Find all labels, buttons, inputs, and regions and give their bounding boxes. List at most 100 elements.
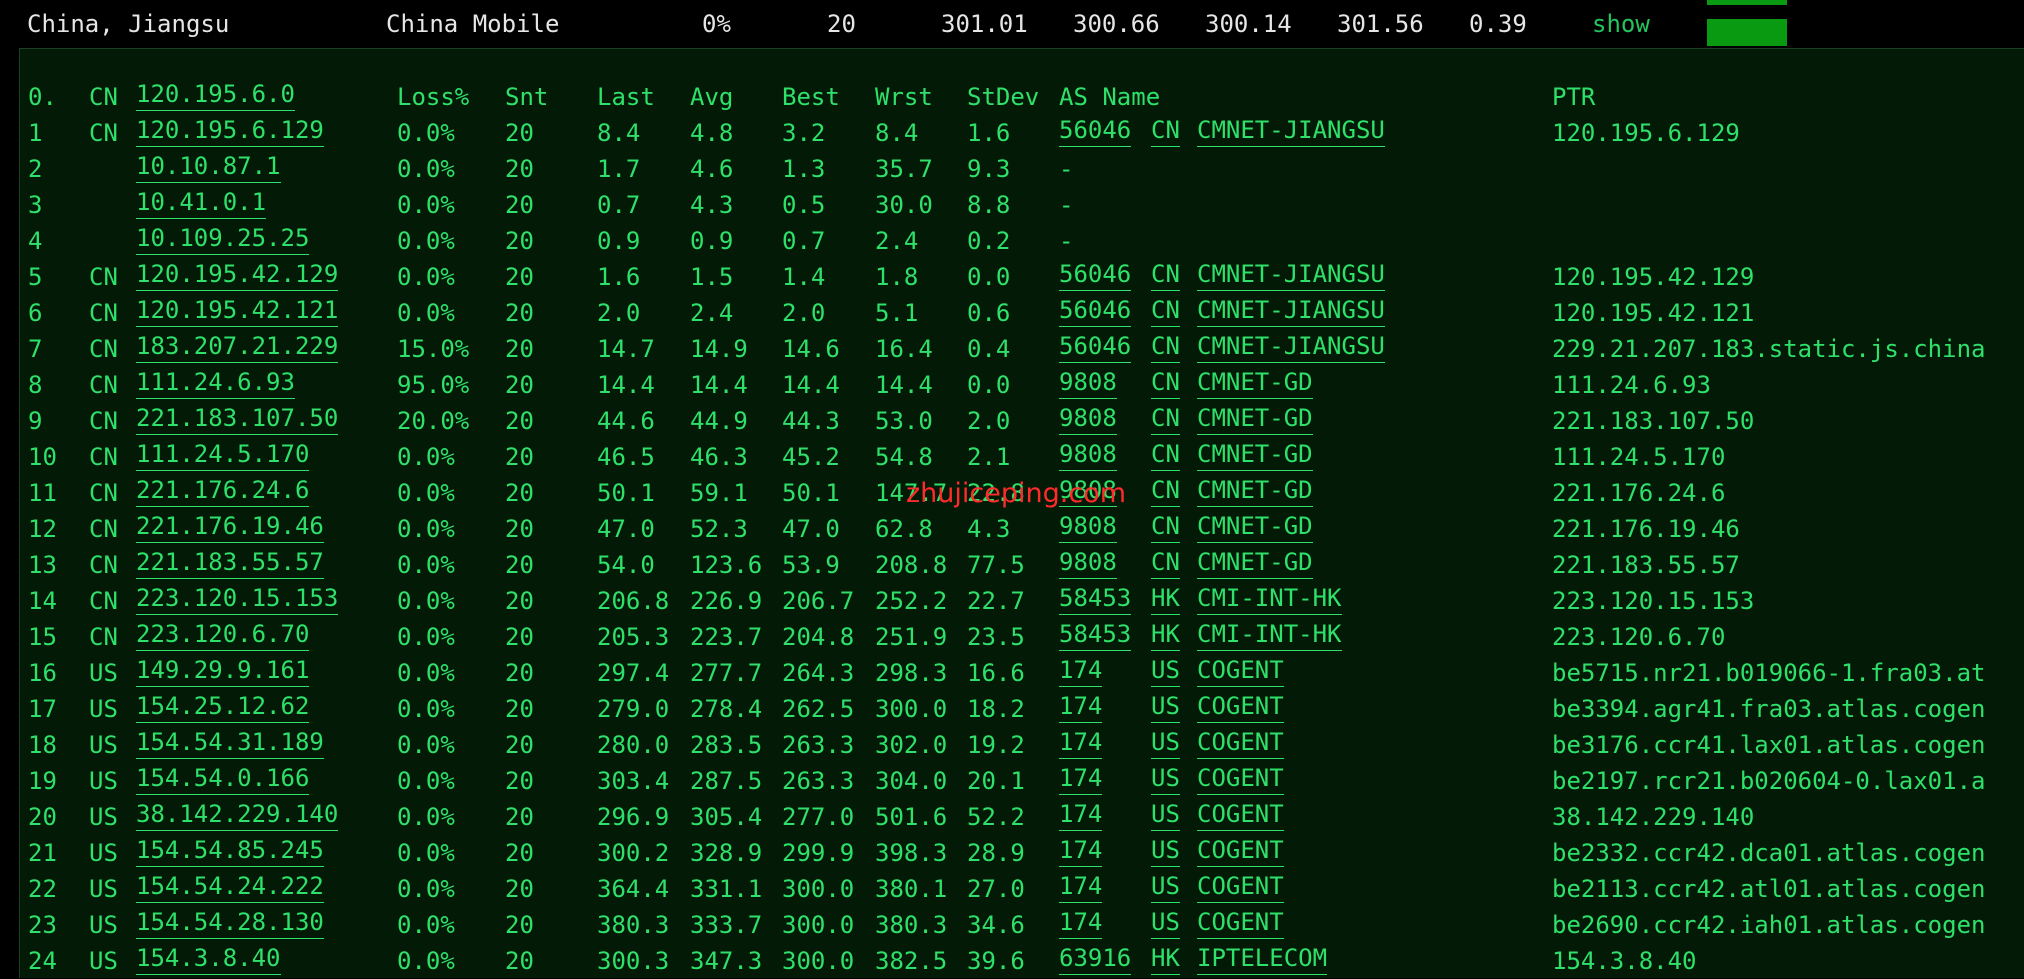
as-country[interactable]: CN (1151, 547, 1180, 579)
as-org[interactable]: CMNET-GD (1197, 367, 1313, 399)
loss-pct: 0.0% (397, 119, 455, 147)
as-org[interactable]: COGENT (1197, 727, 1284, 759)
host-ip[interactable]: 221.183.107.50 (136, 403, 339, 435)
host-ip[interactable]: 154.25.12.62 (136, 691, 310, 723)
host-ip[interactable]: 111.24.6.93 (136, 367, 295, 399)
as-number[interactable]: 174 (1059, 655, 1103, 687)
as-org[interactable]: IPTELECOM (1197, 943, 1328, 975)
as-country[interactable]: CN (1151, 367, 1180, 399)
as-number[interactable]: 58453 (1059, 583, 1132, 615)
host-ip[interactable]: 154.54.28.130 (136, 907, 324, 939)
host-ip[interactable]: 154.3.8.40 (136, 943, 281, 975)
country-code: CN (89, 551, 118, 579)
as-org[interactable]: CMI-INT-HK (1197, 583, 1342, 615)
as-number[interactable]: 174 (1059, 691, 1103, 723)
as-number[interactable]: 56046 (1059, 295, 1132, 327)
host-ip[interactable]: 154.54.0.166 (136, 763, 310, 795)
as-country[interactable]: CN (1151, 295, 1180, 327)
host-ip[interactable]: 111.24.5.170 (136, 439, 310, 471)
table-row: 16 US 149.29.9.161 0.0% 20 297.4 277.7 264.3 298… (20, 655, 2024, 691)
host-ip[interactable]: 154.54.85.245 (136, 835, 324, 867)
as-number[interactable]: 56046 (1059, 331, 1132, 363)
host-ip[interactable]: 183.207.21.229 (136, 331, 339, 363)
as-number[interactable]: 174 (1059, 763, 1103, 795)
worst-ms: 251.9 (875, 623, 948, 651)
as-org[interactable]: CMNET-GD (1197, 511, 1313, 543)
as-number[interactable]: 63916 (1059, 943, 1132, 975)
as-country[interactable]: US (1151, 799, 1180, 831)
country-code: CN (89, 263, 118, 291)
as-org[interactable]: CMNET-JIANGSU (1197, 259, 1385, 291)
as-country[interactable]: CN (1151, 331, 1180, 363)
last-ms: 0.7 (597, 191, 641, 219)
as-country[interactable]: HK (1151, 943, 1180, 975)
as-country[interactable]: CN (1151, 511, 1180, 543)
as-country[interactable]: CN (1151, 115, 1180, 147)
as-country[interactable]: CN (1151, 475, 1180, 507)
as-country[interactable]: CN (1151, 439, 1180, 471)
as-number[interactable]: 174 (1059, 835, 1103, 867)
host-ip[interactable]: 10.10.87.1 (136, 151, 281, 183)
as-number[interactable]: 9808 (1059, 439, 1117, 471)
as-country[interactable]: US (1151, 691, 1180, 723)
as-org[interactable]: COGENT (1197, 655, 1284, 687)
stdev-ms: 18.2 (967, 695, 1025, 723)
as-number[interactable]: 174 (1059, 799, 1103, 831)
host-ip[interactable]: 221.176.24.6 (136, 475, 310, 507)
host-ip[interactable]: 223.120.15.153 (136, 583, 339, 615)
host-ip[interactable]: 154.54.24.222 (136, 871, 324, 903)
as-org[interactable]: COGENT (1197, 871, 1284, 903)
host-ip[interactable]: 221.183.55.57 (136, 547, 324, 579)
host-ip[interactable]: 120.195.6.129 (136, 115, 324, 147)
as-number[interactable]: 9808 (1059, 547, 1117, 579)
host-ip[interactable]: 120.195.42.121 (136, 295, 339, 327)
as-number[interactable]: 56046 (1059, 259, 1132, 291)
as-number[interactable]: 174 (1059, 907, 1103, 939)
as-org[interactable]: COGENT (1197, 835, 1284, 867)
as-number[interactable]: 9808 (1059, 403, 1117, 435)
host-ip[interactable]: 221.176.19.46 (136, 511, 324, 543)
country-code: CN (89, 299, 118, 327)
as-country[interactable]: US (1151, 763, 1180, 795)
host-ip[interactable]: 10.41.0.1 (136, 187, 267, 219)
as-org[interactable]: CMI-INT-HK (1197, 619, 1342, 651)
as-org[interactable]: CMNET-JIANGSU (1197, 295, 1385, 327)
as-number[interactable]: 58453 (1059, 619, 1132, 651)
ptr-hostname: be2113.ccr42.atl01.atlas.cogen (1552, 875, 1986, 903)
as-country[interactable]: HK (1151, 583, 1180, 615)
as-country[interactable]: CN (1151, 403, 1180, 435)
show-link[interactable]: show (1592, 0, 1650, 48)
hop-number: 6 (28, 299, 43, 327)
as-country[interactable]: CN (1151, 259, 1180, 291)
as-org[interactable]: CMNET-GD (1197, 547, 1313, 579)
as-org[interactable]: CMNET-JIANGSU (1197, 115, 1385, 147)
as-number[interactable]: 9808 (1059, 367, 1117, 399)
host-ip[interactable]: 10.109.25.25 (136, 223, 310, 255)
as-org[interactable]: COGENT (1197, 907, 1284, 939)
host-ip[interactable]: 223.120.6.70 (136, 619, 310, 651)
as-number[interactable]: 9808 (1059, 511, 1117, 543)
as-country[interactable]: HK (1151, 619, 1180, 651)
as-country[interactable]: US (1151, 907, 1180, 939)
host-ip[interactable]: 149.29.9.161 (136, 655, 310, 687)
as-org[interactable]: CMNET-JIANGSU (1197, 331, 1385, 363)
header-host[interactable]: 120.195.6.0 (136, 79, 295, 111)
as-org[interactable]: CMNET-GD (1197, 475, 1313, 507)
as-org[interactable]: COGENT (1197, 799, 1284, 831)
as-country[interactable]: US (1151, 655, 1180, 687)
worst-ms: 16.4 (875, 335, 933, 363)
as-number[interactable]: 174 (1059, 727, 1103, 759)
as-number[interactable]: 56046 (1059, 115, 1132, 147)
as-org[interactable]: COGENT (1197, 763, 1284, 795)
as-country[interactable]: US (1151, 835, 1180, 867)
as-country[interactable]: US (1151, 871, 1180, 903)
as-org[interactable]: CMNET-GD (1197, 439, 1313, 471)
as-org[interactable]: COGENT (1197, 691, 1284, 723)
as-org[interactable]: CMNET-GD (1197, 403, 1313, 435)
as-country[interactable]: US (1151, 727, 1180, 759)
host-ip[interactable]: 154.54.31.189 (136, 727, 324, 759)
host-ip[interactable]: 120.195.42.129 (136, 259, 339, 291)
as-number[interactable]: 174 (1059, 871, 1103, 903)
host-ip[interactable]: 38.142.229.140 (136, 799, 339, 831)
worst-ms: 54.8 (875, 443, 933, 471)
